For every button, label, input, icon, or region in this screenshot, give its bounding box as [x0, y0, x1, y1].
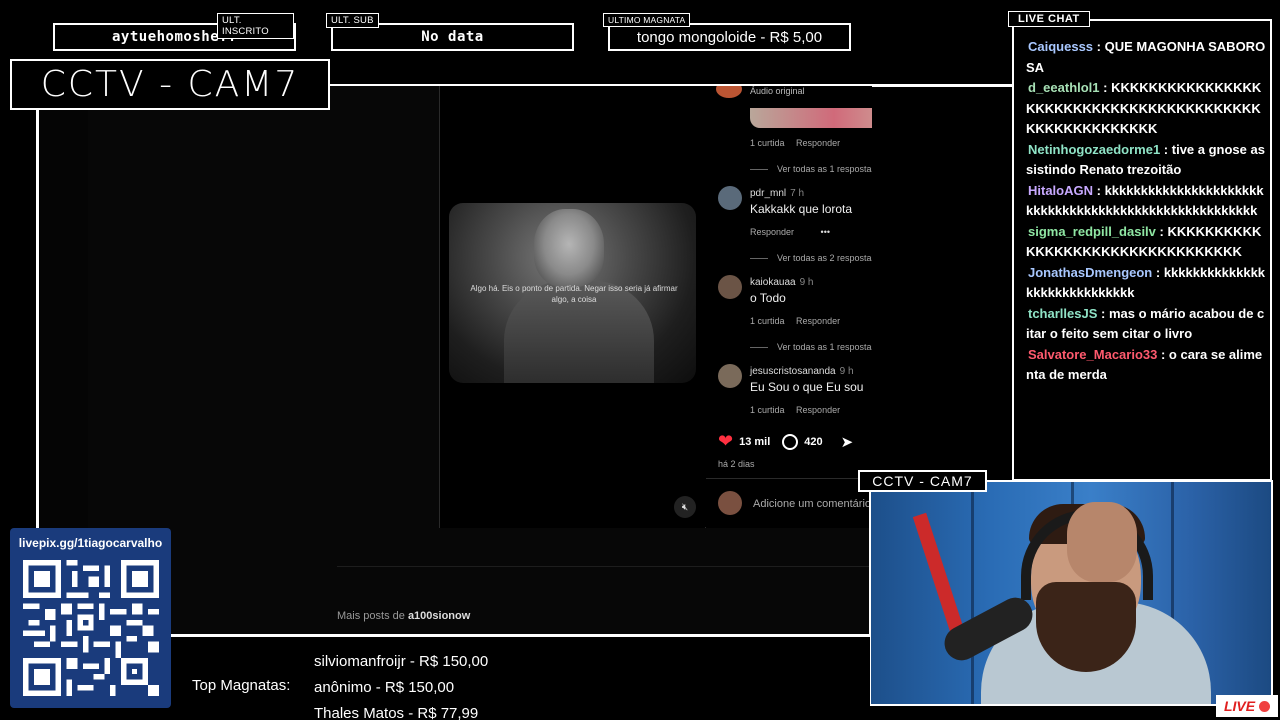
- webcam-feed: [869, 480, 1273, 706]
- video-figure-head: [534, 209, 604, 287]
- comment-text: Kakkakk que lorota: [750, 202, 853, 216]
- last-magnata-value: tongo mongoloide - R$ 5,00: [636, 28, 823, 46]
- comment-count: 420: [804, 435, 823, 448]
- last-subscriber-box: ULT. INSCRITO aytuehomosheff: [53, 13, 296, 51]
- magnata-entry: silviomanfroijr - R$ 150,00: [314, 653, 489, 670]
- view-replies-link[interactable]: Ver todas as 1 respostas: [750, 164, 872, 174]
- chat-username: tcharllesJS: [1028, 305, 1098, 321]
- comment-user[interactable]: kaiokauaa 9 h: [750, 277, 814, 288]
- magnata-entry: anônimo - R$ 150,00: [314, 679, 455, 696]
- last-magnata-tag: ULTIMO MAGNATA: [603, 13, 691, 27]
- streamer-hand: [1067, 502, 1137, 582]
- avatar: [718, 491, 742, 515]
- video-caption: Algo há. Eis o ponto de partida. Negar i…: [470, 284, 678, 304]
- reply-link[interactable]: Responder: [750, 227, 794, 237]
- chat-username: HitaloAGN: [1028, 182, 1093, 198]
- audio-avatar: [716, 86, 742, 98]
- acoustic-panel-line: [971, 482, 974, 704]
- live-chat-title: LIVE CHAT: [1008, 11, 1090, 27]
- comment-meta: 1 curtida Responder: [750, 316, 840, 326]
- chat-username: Caiquesss: [1028, 39, 1094, 54]
- divider: [337, 566, 872, 567]
- comment-time: 7 h: [790, 188, 805, 199]
- chat-message: Netinhogozaedorme1 : tive a gnose assist…: [1026, 141, 1265, 178]
- frame-left-line: [36, 110, 39, 528]
- top-magnatas-list: silviomanfroijr - R$ 150,00 anônimo - R$…: [314, 649, 488, 720]
- last-sub-value: No data: [421, 29, 484, 45]
- add-comment-input[interactable]: Adicione um comentário...: [753, 498, 872, 510]
- comment-user[interactable]: pdr_mnl 7 h: [750, 188, 804, 199]
- comment-username[interactable]: pdr_mnl: [750, 188, 786, 199]
- view-replies-link[interactable]: Ver todas as 1 respostas: [750, 342, 872, 352]
- comment-likes: 1 curtida: [750, 316, 785, 326]
- more-posts-user[interactable]: a100sionow: [408, 610, 470, 622]
- comment-meta: Responder •••: [750, 227, 830, 237]
- chat-message-list: Caiquesss : QUE MAGONHA SABOROSA d_eeath…: [1026, 37, 1266, 386]
- comment-likes: 1 curtida: [750, 405, 785, 415]
- post-actions: ❤ 13 mil 420 ➤: [718, 431, 853, 452]
- chat-message: d_eeathlol1 : KKKKKKKKKKKKKKKKKKKKKKKKKK…: [1026, 80, 1262, 136]
- chat-message: JonathasDmengeon : kkkkkkkkkkkkkkkkkkkkk…: [1026, 264, 1266, 301]
- mute-icon[interactable]: 🔇︎: [674, 496, 696, 518]
- instagram-post-card: Algo há. Eis o ponto de partida. Negar i…: [439, 86, 872, 528]
- divider: [706, 478, 872, 479]
- qr-code-icon: [23, 560, 159, 696]
- comment-meta: 1 curtida Responder: [750, 138, 840, 148]
- chat-message: sigma_redpill_dasilv : KKKKKKKKKKKKKKKKK…: [1026, 223, 1262, 260]
- share-send-icon[interactable]: ➤: [841, 433, 854, 451]
- last-sub-box: ULT. SUB No data: [326, 13, 574, 51]
- more-posts-prefix: Mais posts de: [337, 610, 405, 622]
- audio-original-label[interactable]: Áudio original: [750, 86, 805, 96]
- comment-time: 9 h: [799, 277, 814, 288]
- chat-message: HitaloAGN : kkkkkkkkkkkkkkkkkkkkkkkkkkkk…: [1026, 182, 1264, 219]
- comment-username[interactable]: kaiokauaa: [750, 277, 796, 288]
- webcam-tag: CCTV - CAM7: [858, 470, 987, 492]
- cctv-title: CCTV - CAM7: [10, 59, 330, 110]
- comment-text: o Todo: [750, 291, 786, 305]
- comment-likes: 1 curtida: [750, 138, 785, 148]
- chat-username: Netinhogozaedorme1: [1028, 141, 1161, 157]
- chat-username: JonathasDmengeon: [1028, 264, 1153, 280]
- last-sub-tag: ULT. SUB: [326, 13, 379, 28]
- last-magnata-box: ULTIMO MAGNATA tongo mongoloide - R$ 5,0…: [603, 13, 851, 51]
- comment-bubble-icon[interactable]: [782, 433, 799, 450]
- comment-text: Eu Sou o que Eu sou: [750, 380, 864, 394]
- avatar[interactable]: [718, 275, 742, 299]
- chat-username: sigma_redpill_dasilv: [1028, 223, 1156, 239]
- top-magnatas-label: Top Magnatas:: [192, 677, 291, 694]
- avatar[interactable]: [718, 364, 742, 388]
- comment-username[interactable]: jesuscristosananda: [750, 366, 836, 377]
- donation-url: livepix.gg/1tiagocarvalho: [18, 536, 163, 550]
- post-date: há 2 dias: [718, 459, 755, 469]
- donation-qr-card: livepix.gg/1tiagocarvalho: [10, 528, 171, 708]
- like-heart-icon[interactable]: ❤: [718, 431, 733, 452]
- reel-video-area[interactable]: Algo há. Eis o ponto de partida. Negar i…: [440, 86, 705, 528]
- live-badge: LIVE: [1216, 695, 1278, 717]
- avatar[interactable]: [718, 186, 742, 210]
- comment-time: 9 h: [839, 366, 854, 377]
- comment-meta: 1 curtida Responder: [750, 405, 840, 415]
- more-options-icon[interactable]: •••: [821, 227, 830, 237]
- like-count: 13 mil: [739, 435, 771, 448]
- reply-link[interactable]: Responder: [796, 316, 840, 326]
- live-chat-panel: Caiquesss : QUE MAGONHA SABOROSA d_eeath…: [1012, 19, 1272, 481]
- mic-arm: [912, 512, 964, 632]
- more-posts-heading: Mais posts de a100sionow: [337, 610, 470, 622]
- live-dot-icon: [1259, 700, 1271, 712]
- comment-user[interactable]: jesuscristosananda 9 h: [750, 366, 854, 377]
- reply-link[interactable]: Responder: [796, 405, 840, 415]
- chat-message: Salvatore_Macario33 : o cara se alimenta…: [1026, 346, 1263, 383]
- chat-username: d_eeathlol1: [1028, 80, 1100, 95]
- chat-message: Caiquesss : QUE MAGONHA SABOROSA: [1026, 39, 1266, 75]
- chat-username: Salvatore_Macario33: [1028, 346, 1158, 362]
- comment-thumbnail-image: [750, 108, 872, 128]
- last-subscriber-tag: ULT. INSCRITO: [217, 13, 294, 39]
- view-replies-link[interactable]: Ver todas as 2 respostas: [750, 253, 872, 263]
- magnata-entry: Thales Matos - R$ 77,99: [314, 705, 479, 720]
- comments-panel: Áudio original 1 curtida Responder Ver t…: [706, 86, 872, 528]
- reply-link[interactable]: Responder: [796, 138, 840, 148]
- chat-message: tcharllesJS : mas o mário acabou de cita…: [1026, 305, 1265, 342]
- live-label: LIVE: [1223, 698, 1256, 714]
- reel-video-frame[interactable]: Algo há. Eis o ponto de partida. Negar i…: [449, 203, 696, 383]
